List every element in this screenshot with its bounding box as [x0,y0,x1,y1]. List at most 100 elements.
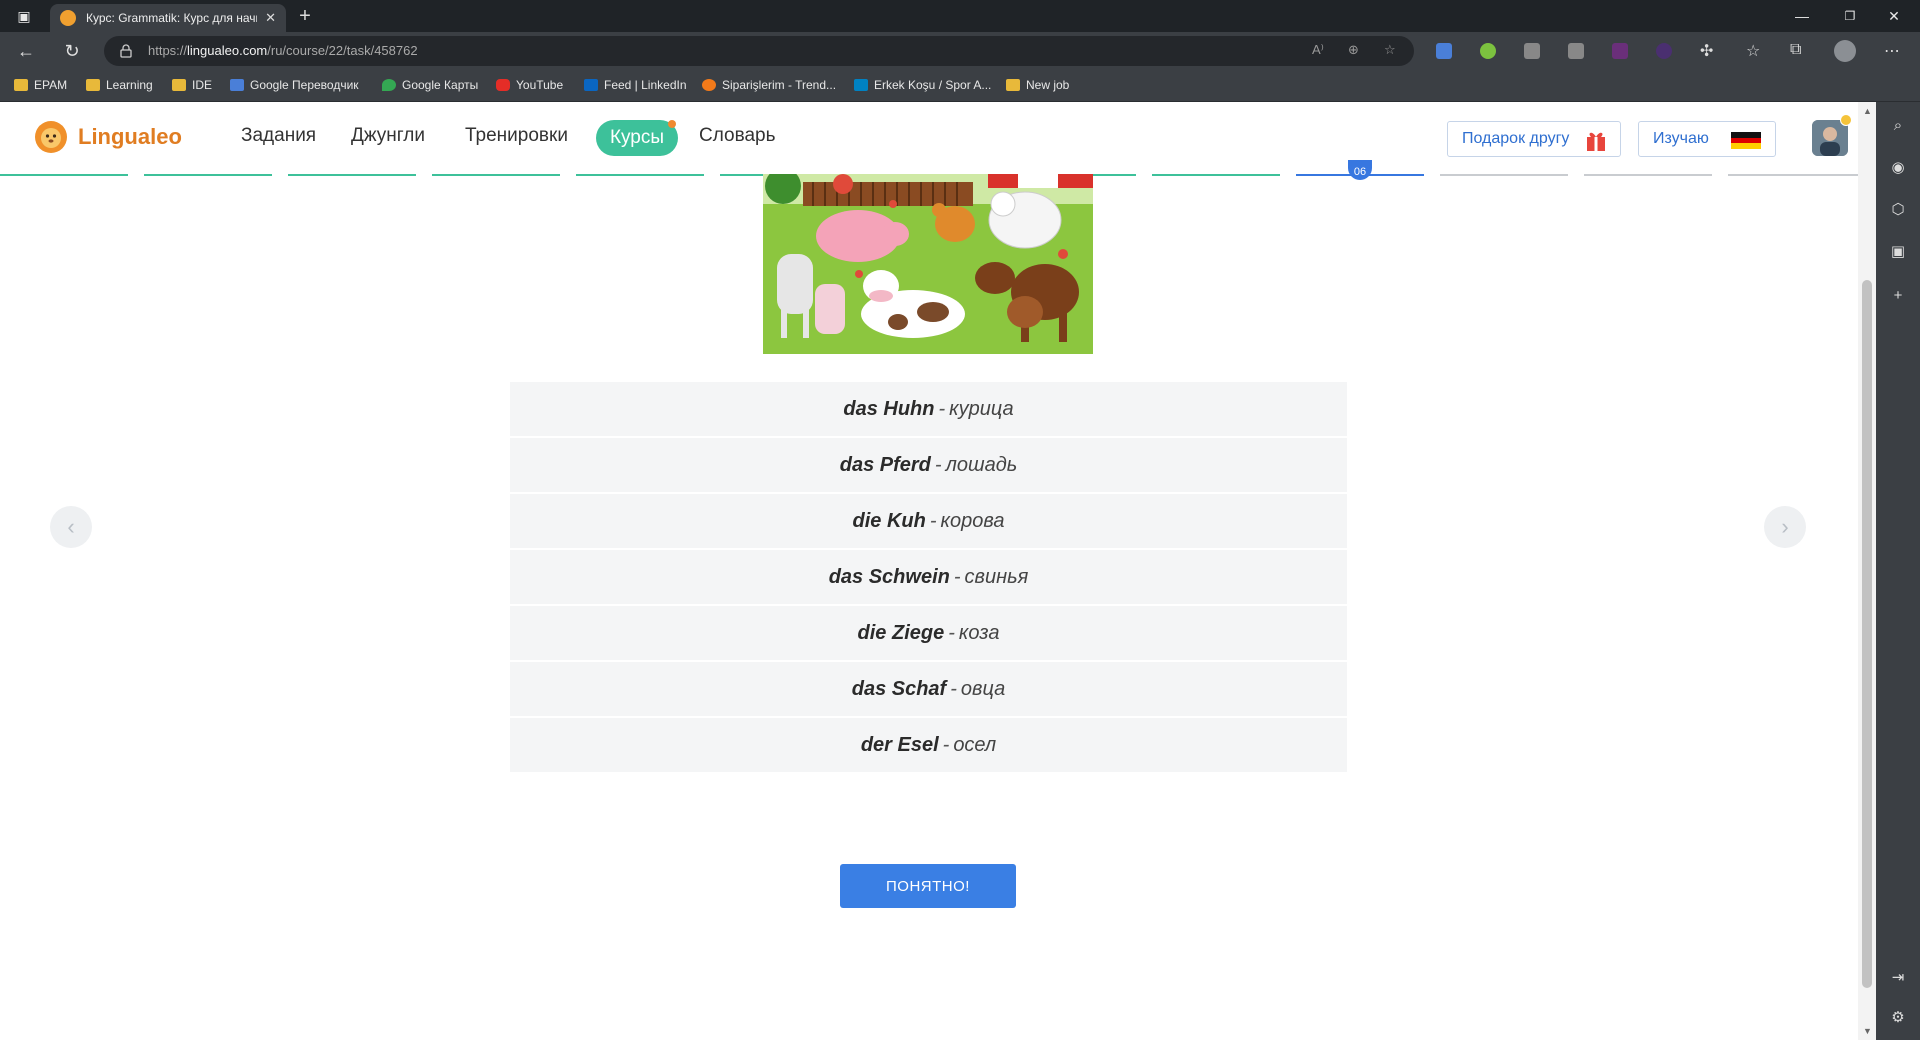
bookmark-ide[interactable]: IDE [172,78,212,92]
bookmarks-bar: EPAM Learning IDE Google Переводчик Goog… [0,70,1920,102]
russian-translation: свинья [964,565,1029,588]
search-icon[interactable]: ⌕ [1889,116,1907,134]
german-word: das Pferd [839,453,931,476]
separator: - [950,677,957,700]
vocab-row: das Pferd - лошадь [510,438,1347,492]
separator: - [938,397,946,420]
folder-icon [86,79,100,91]
russian-translation: курица [949,397,1014,420]
scroll-down-icon[interactable]: ▼ [1863,1026,1872,1036]
tab-title: Курс: Grammatik: Курс для начи [86,11,258,25]
browser-side-panel: ⌕ ◉ ⬡ ▣ + ⇥ ⚙ [1876,102,1920,1040]
menu-dictionary[interactable]: Словарь [699,125,776,147]
back-icon[interactable]: ← [14,39,38,63]
gift-friend-button[interactable]: Подарок другу [1447,121,1621,157]
restore-icon[interactable]: ❐ [1838,0,1862,32]
profile-avatar[interactable] [1834,40,1856,62]
new-tab-icon[interactable]: + [293,4,317,28]
russian-translation: корова [940,509,1005,532]
hide-sidebar-icon[interactable]: ⇥ [1889,968,1907,986]
extensions-puzzle-icon[interactable]: ✣ [1700,41,1713,61]
gift-icon [1587,132,1605,151]
bookmark-youtube[interactable]: YouTube [496,78,563,92]
russian-translation: осел [953,733,997,756]
read-aloud-icon[interactable]: A⁾ [1312,42,1324,58]
menu-tasks[interactable]: Задания [241,125,316,147]
bookmark-learning[interactable]: Learning [86,78,153,92]
url-text: https://lingualeo.com/ru/course/22/task/… [148,43,418,58]
site-header: Lingualeo Задания Джунгли Тренировки Кур… [0,102,1858,174]
bookmark-epam[interactable]: EPAM [14,78,67,92]
german-word: der Esel [860,733,939,756]
menu-jungle[interactable]: Джунгли [351,125,425,147]
menu-courses[interactable]: Курсы [596,120,678,156]
extension-icon[interactable] [1568,43,1584,59]
separator: - [929,509,937,532]
grammarly-extension-icon[interactable] [1480,43,1496,59]
outlook-icon[interactable]: ▣ [1889,242,1907,260]
farm-animals-illustration [763,174,1093,354]
minimize-icon[interactable]: — [1790,0,1814,32]
address-bar[interactable]: https://lingualeo.com/ru/course/22/task/… [104,36,1414,66]
lion-logo-icon [35,121,67,153]
got-it-button[interactable]: ПОНЯТНО! [840,864,1016,908]
more-menu-icon[interactable]: ⋯ [1884,41,1900,61]
add-sidebar-app-icon[interactable]: + [1889,286,1907,304]
bookmark-linkedin[interactable]: Feed | LinkedIn [584,78,687,92]
add-favorite-icon[interactable]: ☆ [1384,42,1396,58]
german-word: das Huhn [843,397,935,420]
youtube-icon [496,79,510,91]
page-scrollbar[interactable]: ▲ ▼ [1858,102,1876,1040]
lingualeo-logo[interactable]: Lingualeo [34,120,182,154]
linkedin-icon [584,79,598,91]
vocab-row: die Kuh - корова [510,494,1347,548]
translate-extension-icon[interactable] [1436,43,1452,59]
browser-toolbar: ← ↻ https://lingualeo.com/ru/course/22/t… [0,32,1920,70]
browser-tab[interactable]: Курс: Grammatik: Курс для начи ✕ [50,4,286,32]
extension-icon[interactable] [1656,43,1672,59]
scroll-thumb[interactable] [1862,280,1872,988]
learning-label: Изучаю [1653,130,1709,147]
sidebar-settings-icon[interactable]: ⚙ [1889,1008,1907,1026]
extension-icon[interactable] [1524,43,1540,59]
next-arrow-icon[interactable]: › [1764,506,1806,548]
bookmark-google-translate[interactable]: Google Переводчик [230,78,359,92]
folder-icon [172,79,186,91]
german-flag-icon [1731,132,1761,149]
lingualeo-favicon [60,10,76,26]
close-window-icon[interactable]: ✕ [1882,0,1906,32]
menu-trainings[interactable]: Тренировки [465,125,568,147]
premium-crown-badge [1840,114,1852,126]
collections-icon[interactable]: ⧉ [1790,41,1801,59]
scroll-up-icon[interactable]: ▲ [1863,106,1872,116]
bookmark-new-job[interactable]: New job [1006,78,1069,92]
bookmark-decathlon[interactable]: Erkek Koşu / Spor A... [854,78,991,92]
vocab-row: das Huhn - курица [510,382,1347,436]
bookmark-trendyol[interactable]: Siparişlerim - Trend... [702,78,836,92]
lock-icon [120,44,132,58]
separator: - [934,453,942,476]
tools-icon[interactable]: ⬡ [1889,200,1907,218]
folder-icon [14,79,28,91]
google-translate-icon [230,79,244,91]
learning-language-button[interactable]: Изучаю [1638,121,1776,157]
zoom-icon[interactable]: ⊕ [1348,42,1359,58]
extension-icon[interactable] [1612,43,1628,59]
prev-arrow-icon[interactable]: ‹ [50,506,92,548]
gift-friend-label: Подарок другу [1462,130,1570,147]
favorites-icon[interactable]: ☆ [1746,41,1760,61]
vocabulary-list: das Huhn - курица das Pferd - лошадь die Kuh… [510,382,1347,774]
reload-icon[interactable]: ↻ [60,39,84,63]
bookmark-google-maps[interactable]: Google Карты [382,78,478,92]
folder-icon [1006,79,1020,91]
german-word: das Schwein [828,565,950,588]
close-tab-icon[interactable]: ✕ [265,10,276,26]
separator: - [948,621,955,644]
tab-actions-icon[interactable]: ▣ [12,0,36,32]
bing-chat-icon[interactable]: ◉ [1889,158,1907,176]
logo-text: Lingualeo [78,124,182,149]
russian-translation: овца [960,677,1006,700]
trendyol-icon [702,79,716,91]
current-step-marker[interactable]: 06 [1348,160,1372,180]
russian-translation: коза [958,621,1000,644]
